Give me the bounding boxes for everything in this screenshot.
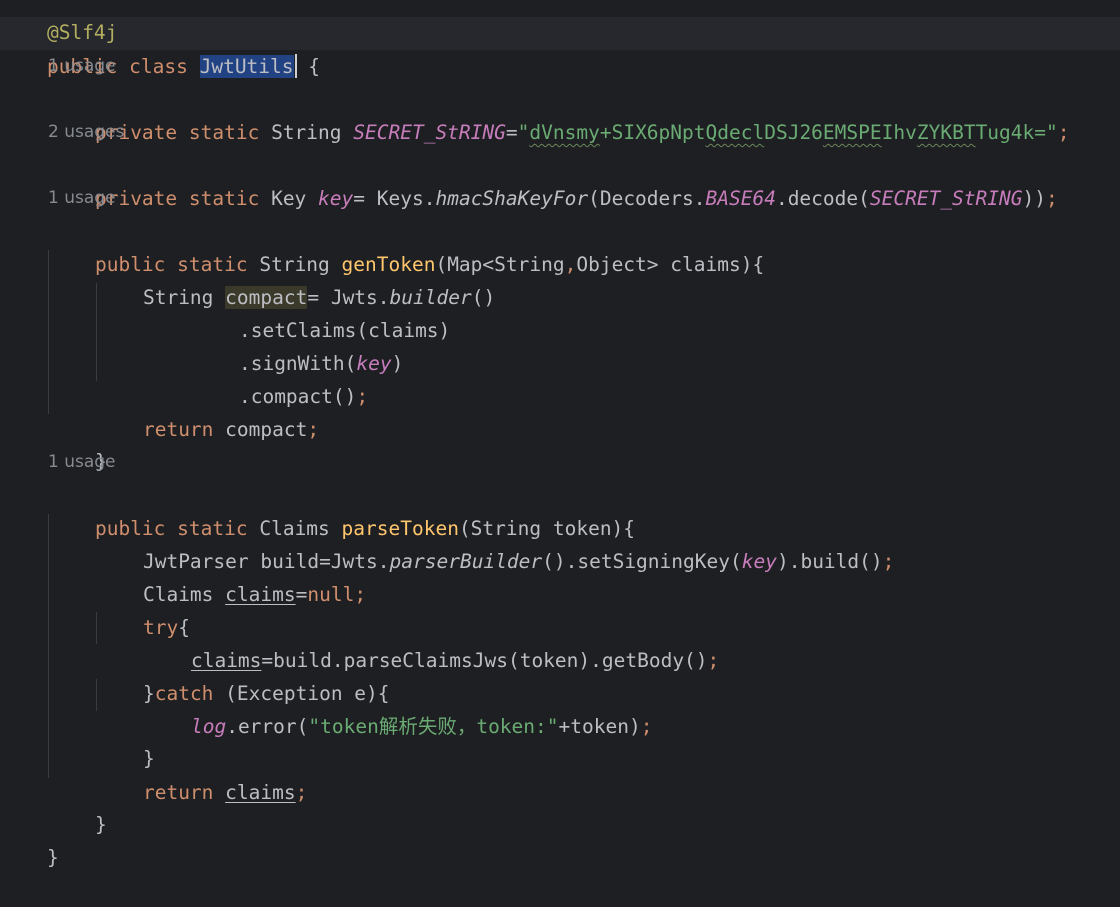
constant-ref[interactable]: BASE64 <box>706 187 776 210</box>
string-quote: " <box>1046 121 1058 144</box>
code-line: } <box>96 709 155 770</box>
semicolon: ; <box>354 583 367 606</box>
code-line: } <box>0 808 59 869</box>
string-literal: "token解析失败，token:" <box>308 715 559 738</box>
return-keyword: return <box>142 418 226 441</box>
code-line: log.error("token解析失败，token:"+token); <box>144 677 652 738</box>
code-text: .decode( <box>775 187 870 210</box>
code-line: .setClaims(claims) <box>192 281 450 342</box>
semicolon: ; <box>1045 187 1058 210</box>
semicolon: ; <box>1057 121 1070 144</box>
string-fragment: Tug4k= <box>975 121 1047 144</box>
parse-token-signature: public static Claims parseToken(String t… <box>48 479 635 540</box>
comma: , <box>564 253 577 276</box>
return-keyword: return <box>142 781 226 804</box>
null-keyword: null <box>307 583 355 606</box>
code-line: return compact; <box>96 380 319 441</box>
static-method[interactable]: parserBuilder <box>390 550 543 573</box>
class-closing-brace: } <box>46 846 59 869</box>
usage-hint[interactable]: 1 usage <box>48 182 116 215</box>
class-name[interactable]: JwtUtils <box>199 55 294 78</box>
code-text: = <box>295 583 308 606</box>
string-fragment: DSJ26 <box>764 121 823 144</box>
usage-hint[interactable]: 2 usages <box>48 116 124 149</box>
code-text: () <box>471 286 496 309</box>
semicolon: ; <box>707 649 720 672</box>
closing-brace: } <box>94 813 107 836</box>
string-fragment: EMSPE <box>822 121 882 144</box>
string-fragment: Ihv <box>881 121 917 144</box>
code-line: String compact= Jwts.builder() <box>96 248 495 309</box>
local-variable[interactable]: compact <box>225 418 307 441</box>
local-variable[interactable]: claims <box>225 583 295 606</box>
code-line: .compact(); <box>192 347 368 408</box>
semicolon: ; <box>882 550 895 573</box>
code-text: ) <box>391 352 404 375</box>
class-declaration-line: public class JwtUtils { <box>0 17 320 78</box>
code-text: ().setSigningKey( <box>542 550 742 573</box>
code-line: }catch (Exception e){ <box>96 644 390 705</box>
field-type: String <box>271 121 354 144</box>
code-line: claims=build.parseClaimsJws(token).getBo… <box>144 611 719 672</box>
code-text: .error( <box>226 715 309 738</box>
semicolon: ; <box>356 385 369 408</box>
string-quote: " <box>517 121 530 144</box>
string-fragment: Qdecl <box>705 121 765 144</box>
code-line: JwtParser build=Jwts.parserBuilder().set… <box>96 512 894 573</box>
code-line: try{ <box>96 578 190 639</box>
string-fragment: ZYKBT <box>916 121 976 144</box>
key-field-line: private static Key key= Keys.hmacShaKeyF… <box>48 149 1058 210</box>
field-ref[interactable]: log <box>191 715 226 738</box>
code-line: } <box>48 775 107 836</box>
annotation-line: @Slf4j <box>0 0 117 44</box>
code-line: } <box>48 412 107 473</box>
static-method[interactable]: hmacShaKeyFor <box>435 187 588 210</box>
local-variable[interactable]: claims <box>225 781 295 804</box>
string-fragment: dVnsmy <box>529 121 600 144</box>
code-line: .signWith(key) <box>192 314 403 375</box>
gen-token-signature: public static String genToken(Map<String… <box>48 215 764 276</box>
code-editor[interactable]: @Slf4j public class JwtUtils { 1 usage p… <box>0 0 1120 869</box>
usage-hint[interactable]: 1 usage <box>48 50 116 83</box>
code-text: )) <box>1022 187 1046 210</box>
secret-field-line: private static String SECRET_StRING="dVn… <box>48 83 1070 144</box>
string-fragment: +SIX6pNpt <box>599 121 706 144</box>
field-ref[interactable]: SECRET_StRING <box>870 187 1023 210</box>
field-name[interactable]: SECRET_StRING <box>353 121 506 144</box>
semicolon: ; <box>640 715 653 738</box>
usage-hint[interactable]: 1 usage <box>48 446 116 479</box>
class-brace: { <box>296 55 320 78</box>
code-line: Claims claims=null; <box>96 545 366 606</box>
field-name[interactable]: key <box>318 187 353 210</box>
code-text: ).build() <box>776 550 883 573</box>
code-text: Object> claims){ <box>576 253 765 276</box>
code-text: +token) <box>558 715 641 738</box>
field-modifiers: private static <box>94 187 272 210</box>
field-type: Key <box>271 187 319 210</box>
semicolon: ; <box>295 781 308 804</box>
semicolon: ; <box>307 418 320 441</box>
code-text: (Decoders. <box>588 187 706 210</box>
field-ref[interactable]: key <box>742 550 777 573</box>
code-line: return claims; <box>96 743 307 804</box>
assign-op: = <box>505 121 518 144</box>
code-text: = Keys. <box>353 187 436 210</box>
